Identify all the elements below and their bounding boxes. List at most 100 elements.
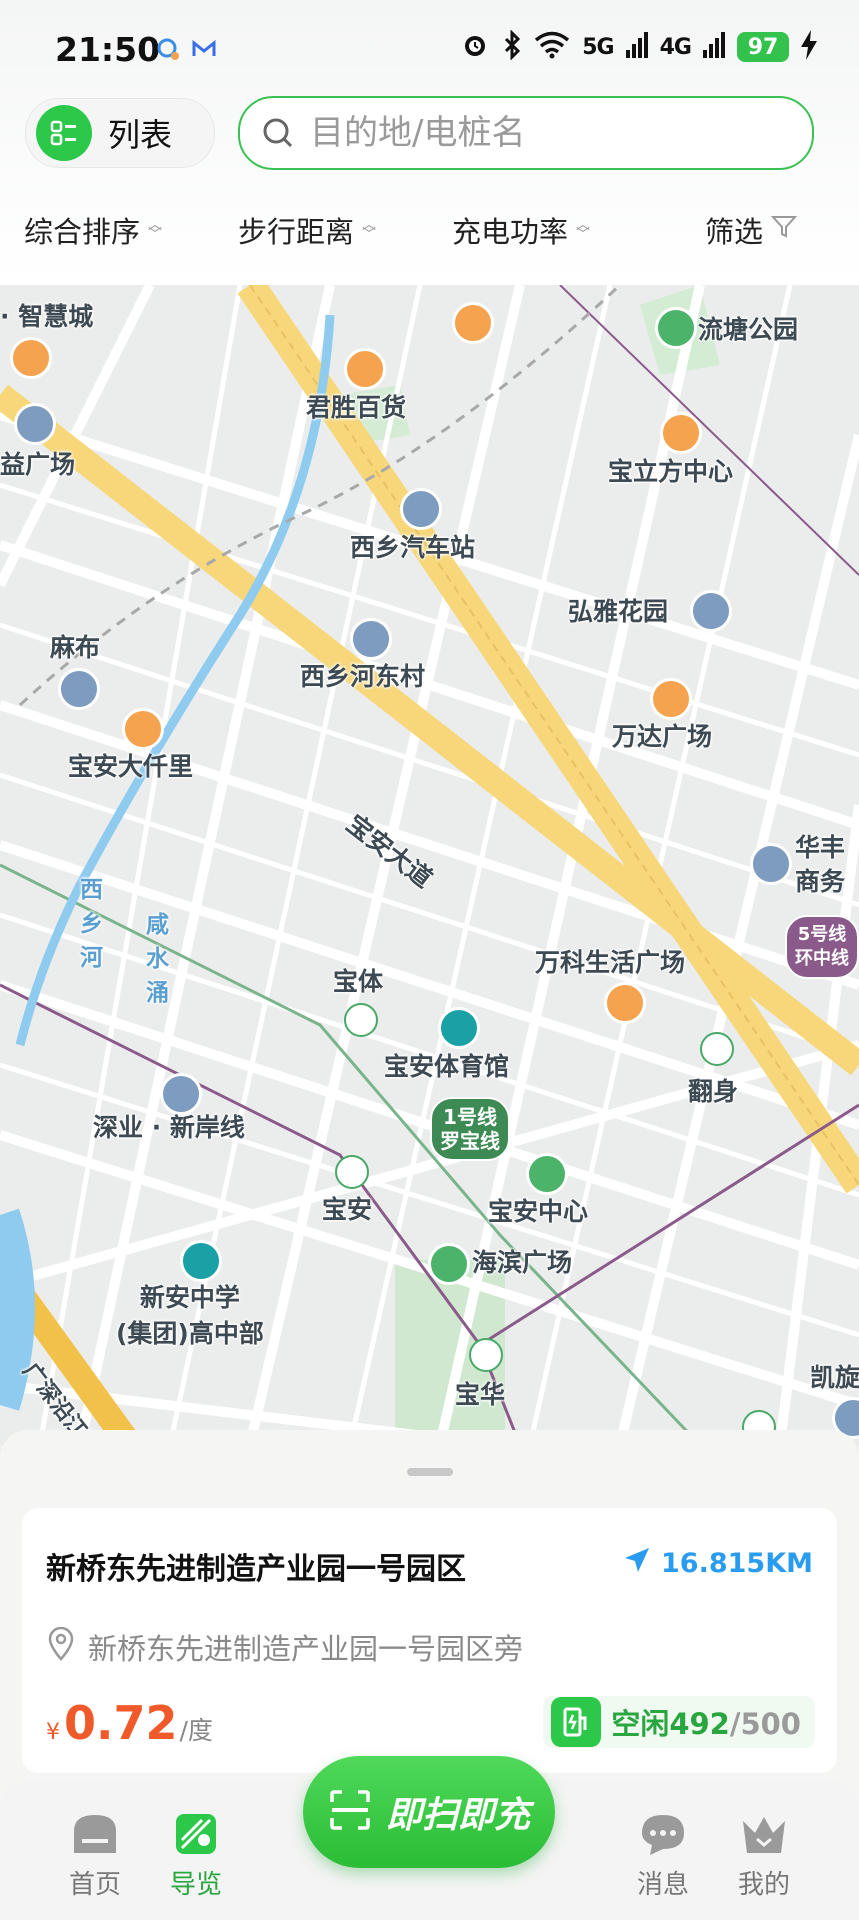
map-label-zhihuicheng: · 智慧城 xyxy=(0,302,94,331)
chat-notification-icon xyxy=(155,36,181,62)
search-input[interactable] xyxy=(308,112,792,154)
map-label-mabu: 麻布 xyxy=(50,633,101,662)
map-label-baoti: 宝体 xyxy=(333,967,384,996)
location-pin-icon xyxy=(46,1626,76,1668)
map-label-wanke: 万科生活广场 xyxy=(535,948,686,977)
shop-icon xyxy=(10,337,52,379)
nav-label: 导览 xyxy=(169,1870,222,1900)
price-unit: /度 xyxy=(179,1716,213,1745)
map-label-wanda: 万达广场 xyxy=(612,722,713,751)
map-label-kaixuan: 凯旋 xyxy=(810,1363,859,1392)
building-icon xyxy=(690,590,732,632)
station-name: 新桥东先进制造产业园一号园区 xyxy=(46,1552,466,1587)
metro-line-5-badge: 5号线 环中线 xyxy=(785,915,859,979)
metro-station-icon xyxy=(700,1032,734,1066)
stadium-icon xyxy=(438,1007,480,1049)
map-label-baoan-center: 宝安中心 xyxy=(488,1197,589,1226)
station-address: 新桥东先进制造产业园一号园区旁 xyxy=(88,1632,524,1666)
map-label-xixiang-river: 西乡河 xyxy=(80,877,103,971)
filter-bar: 综合排序 ︿ ﹀ 步行距离 ︿ ﹀ 充电功率 ︿ ﹀ 筛选 xyxy=(0,200,859,260)
filter-screen[interactable]: 筛选 xyxy=(705,209,798,251)
filter-power[interactable]: 充电功率 ︿ ﹀ xyxy=(452,209,590,251)
nav-profile[interactable]: 我的 xyxy=(719,1810,809,1901)
metro-station-icon xyxy=(344,1003,378,1037)
map-label-xinan-school: 新安中学 (集团)高中部 xyxy=(116,1283,264,1348)
search-icon xyxy=(262,117,294,149)
navigate-arrow-icon xyxy=(623,1546,651,1581)
map-label-xianshuiyong: 咸水涌 xyxy=(146,912,169,1006)
map-label-baoan: 宝安 xyxy=(322,1195,373,1224)
park-icon xyxy=(428,1243,470,1285)
map-label-shenye: 深业 · 新岸线 xyxy=(93,1113,245,1142)
distance-button[interactable]: 16.815KM xyxy=(623,1546,813,1581)
signal-bars-icon xyxy=(703,32,725,62)
list-label: 列表 xyxy=(108,116,173,154)
filter-label: 充电功率 xyxy=(452,215,569,249)
map-label-haibin: 海滨广场 xyxy=(472,1248,573,1277)
currency-symbol: ¥ xyxy=(46,1720,60,1745)
crown-icon xyxy=(738,1810,790,1858)
map-label-junsheng: 君胜百货 xyxy=(306,393,407,422)
alarm-icon xyxy=(460,30,490,64)
top-bar: 21:50 5G 4G 97 列表 目的地/电桩名 综合排序 ︿ ﹀ 步行距离 … xyxy=(0,0,859,285)
availability-badge: 空闲492/500 xyxy=(543,1696,815,1748)
building-icon xyxy=(750,843,792,885)
filter-walk-distance[interactable]: 步行距离 ︿ ﹀ xyxy=(238,209,376,251)
price-row: ¥ 0.72 /度 xyxy=(46,1696,213,1750)
station-distance: 16.815KM xyxy=(661,1548,813,1579)
search-bar[interactable] xyxy=(238,96,814,170)
wifi-icon xyxy=(534,31,570,63)
scan-label: 即扫即充 xyxy=(385,1795,530,1836)
nav-label: 消息 xyxy=(636,1870,689,1900)
nav-messages[interactable]: 消息 xyxy=(618,1810,708,1901)
map-label-xixiang-bus: 西乡汽车站 xyxy=(350,533,476,562)
building-icon xyxy=(14,403,56,445)
scan-charge-button[interactable]: 即扫即充 xyxy=(303,1756,555,1868)
signal-4g: 4G xyxy=(659,34,692,60)
chat-bubble-icon xyxy=(637,1810,689,1858)
shop-icon xyxy=(452,302,494,344)
nav-label: 我的 xyxy=(737,1870,790,1900)
status-bar: 21:50 5G 4G 97 xyxy=(0,0,859,100)
map-label-shangwu: 商务 xyxy=(795,867,846,896)
shop-icon xyxy=(122,708,164,750)
station-address-row: 新桥东先进制造产业园一号园区旁 xyxy=(46,1626,523,1668)
shop-icon xyxy=(604,982,646,1024)
park-icon xyxy=(655,307,697,349)
map-label-baoan-daqianli: 宝安大仟里 xyxy=(68,752,194,781)
charger-icon xyxy=(551,1697,602,1747)
nav-home[interactable]: 首页 xyxy=(50,1810,140,1901)
map-label-huafeng: 华丰 xyxy=(795,833,846,862)
nav-guide[interactable]: 导览 xyxy=(151,1810,241,1901)
map-label-xixiang-hedong: 西乡河东村 xyxy=(300,662,426,691)
available-count: 空闲492 xyxy=(611,1707,730,1741)
map-label-fanshen: 翻身 xyxy=(688,1077,739,1106)
station-card[interactable]: 新桥东先进制造产业园一号园区 16.815KM 新桥东先进制造产业园一号园区旁 … xyxy=(22,1508,837,1773)
shop-icon xyxy=(650,678,692,720)
system-status: 5G 4G 97 xyxy=(460,29,817,64)
shop-icon xyxy=(660,412,702,454)
metro-station-icon xyxy=(335,1155,369,1189)
bluetooth-icon xyxy=(502,29,522,64)
building-icon xyxy=(350,618,392,660)
home-icon xyxy=(69,1810,121,1858)
list-icon xyxy=(36,105,92,161)
map-label-baoan-stadium: 宝安体育馆 xyxy=(384,1052,510,1081)
map-label-yi-guangchang: 益广场 xyxy=(0,450,76,479)
price-value: 0.72 xyxy=(64,1696,178,1750)
map-label-liutang-park: 流塘公园 xyxy=(698,315,799,344)
sheet-drag-handle[interactable] xyxy=(407,1468,453,1476)
shop-icon xyxy=(344,348,386,390)
map-label-hongya: 弘雅花园 xyxy=(568,597,669,626)
status-time: 21:50 xyxy=(55,30,161,69)
funnel-icon xyxy=(770,213,798,247)
building-icon xyxy=(58,668,100,710)
school-icon xyxy=(180,1240,222,1282)
filter-label: 筛选 xyxy=(705,215,764,249)
list-view-button[interactable]: 列表 xyxy=(25,98,215,168)
metro-station-icon xyxy=(469,1338,503,1372)
filter-label: 步行距离 xyxy=(238,215,355,249)
filter-sort[interactable]: 综合排序 ︿ ﹀ xyxy=(24,209,162,251)
map-view[interactable]: · 智慧城 流塘公园 君胜百货 益广场 宝立方中心 西乡汽车站 弘雅花园 麻布 … xyxy=(0,285,859,1445)
sort-arrows-icon: ︿ ﹀ xyxy=(148,217,163,243)
